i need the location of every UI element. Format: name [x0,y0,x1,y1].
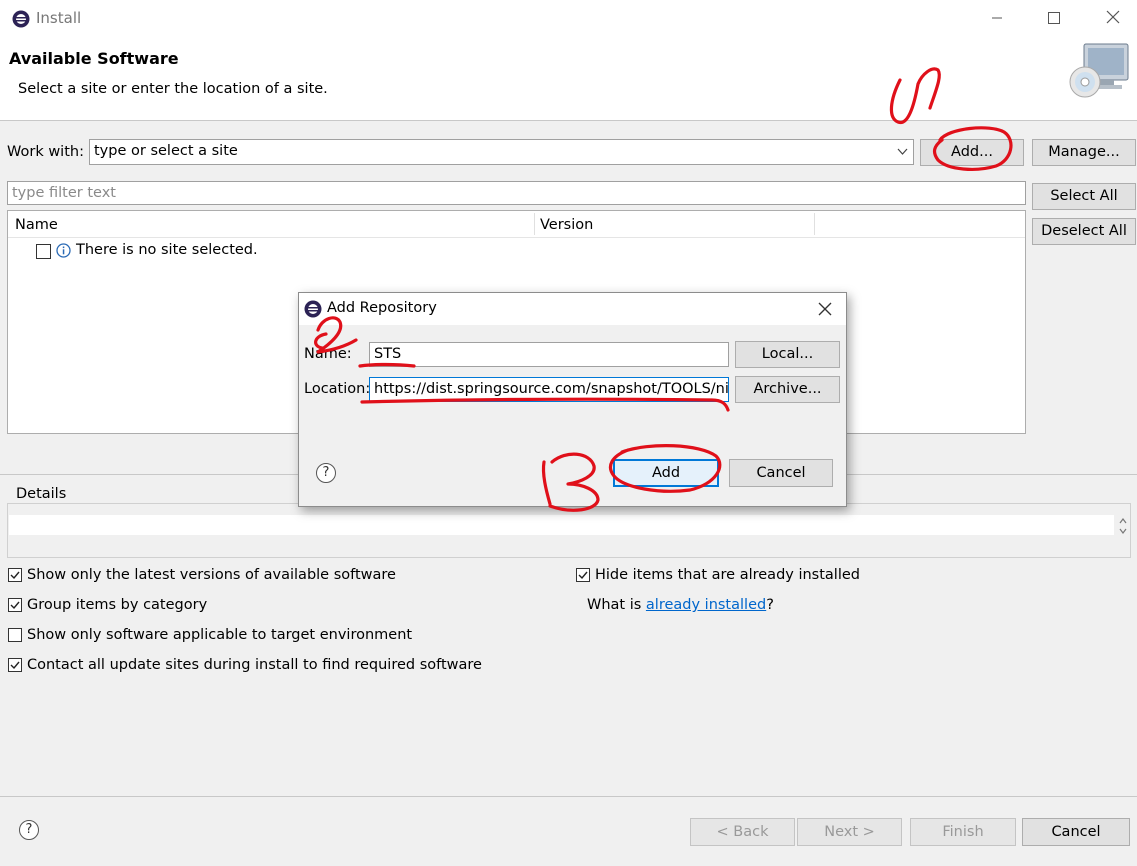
what-is-installed: What is already installed? [587,597,774,613]
hide-installed-checkbox[interactable] [576,568,590,582]
no-site-message: There is no site selected. [76,242,258,258]
add-site-button[interactable]: Add... [920,139,1024,166]
tree-item-checkbox[interactable] [36,244,51,259]
details-text [9,515,1114,535]
add-button[interactable]: Add [613,459,719,487]
tree-header: Name Version [8,211,1025,238]
dialog-title: Add Repository [327,300,437,316]
location-input[interactable]: https://dist.springsource.com/snapshot/T… [369,377,729,402]
back-button[interactable]: < Back [690,818,795,846]
dialog-close-icon[interactable] [818,302,832,316]
target-env-label[interactable]: Show only software applicable to target … [27,627,412,643]
footer-separator [0,796,1137,797]
checkmark-icon [10,571,20,580]
select-all-button[interactable]: Select All [1032,183,1136,210]
checkmark-icon [578,571,588,580]
wizard-header: Available Software Select a site or ente… [0,36,1137,121]
checkmark-icon [10,661,20,670]
info-icon [56,243,71,258]
details-scroll-icon[interactable] [1118,517,1128,535]
work-with-label: Work with: [7,144,84,160]
latest-versions-label[interactable]: Show only the latest versions of availab… [27,567,396,583]
deselect-all-button[interactable]: Deselect All [1032,218,1136,245]
finish-button[interactable]: Finish [910,818,1016,846]
filter-input[interactable]: type filter text [7,181,1026,205]
close-icon[interactable] [1093,6,1133,32]
checkmark-icon [10,601,20,610]
what-is-suffix: ? [766,597,774,613]
minimize-icon[interactable] [977,6,1017,32]
eclipse-icon [304,300,322,318]
target-env-checkbox[interactable] [8,628,22,642]
page-title: Available Software [9,49,179,68]
add-repository-dialog: Add Repository Name: STS Local... Locati… [298,292,847,507]
contact-sites-checkbox[interactable] [8,658,22,672]
what-is-prefix: What is [587,597,646,613]
next-button[interactable]: Next > [797,818,902,846]
manage-button[interactable]: Manage... [1032,139,1136,166]
column-version[interactable]: Version [540,217,593,233]
latest-versions-checkbox[interactable] [8,568,22,582]
help-icon[interactable]: ? [19,820,39,840]
group-by-category-checkbox[interactable] [8,598,22,612]
already-installed-link[interactable]: already installed [646,597,766,613]
window-title: Install [36,9,82,27]
page-subtitle: Select a site or enter the location of a… [18,81,328,97]
column-name[interactable]: Name [15,217,58,233]
install-wizard-icon [1069,43,1129,98]
maximize-icon[interactable] [1034,6,1074,32]
work-with-combo[interactable]: type or select a site [89,139,914,165]
eclipse-icon [11,9,31,29]
dialog-title-bar: Add Repository [299,293,846,325]
name-input[interactable]: STS [369,342,729,367]
group-by-category-label[interactable]: Group items by category [27,597,207,613]
work-with-value: type or select a site [94,143,238,159]
title-bar: Install [0,0,1137,36]
chevron-down-icon[interactable] [897,148,908,156]
local-button[interactable]: Local... [735,341,840,368]
cancel-button[interactable]: Cancel [1022,818,1130,846]
contact-sites-label[interactable]: Contact all update sites during install … [27,657,482,673]
dialog-help-icon[interactable]: ? [316,463,336,483]
name-label: Name: [304,346,352,362]
dialog-cancel-button[interactable]: Cancel [729,459,833,487]
hide-installed-label[interactable]: Hide items that are already installed [595,567,860,583]
details-label: Details [14,486,69,502]
location-label: Location: [304,381,371,397]
archive-button[interactable]: Archive... [735,376,840,403]
